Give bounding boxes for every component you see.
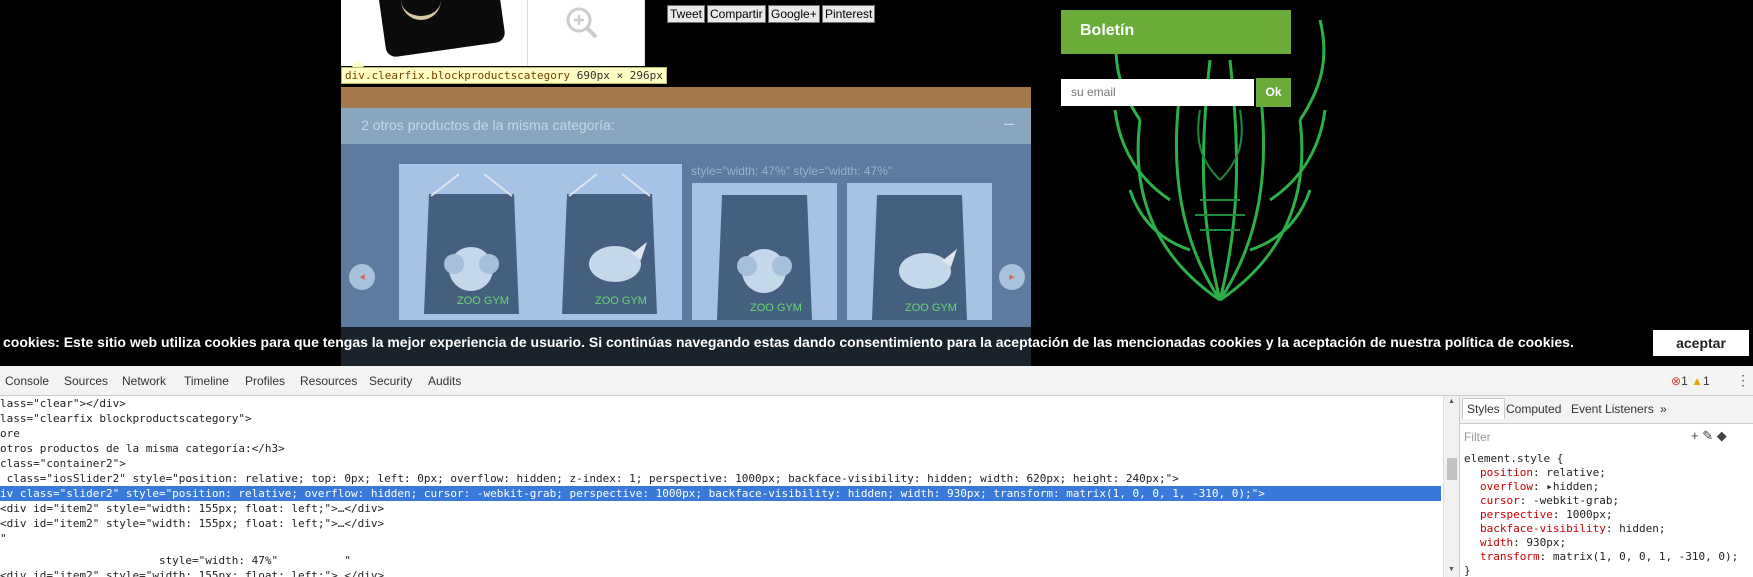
style-property[interactable]: perspective: 1000px; (1480, 508, 1612, 522)
product-thumbnail[interactable]: ZOO GYM (399, 164, 544, 320)
slider-next-button[interactable]: ▸ (999, 264, 1025, 290)
style-property-name: overflow (1480, 480, 1533, 493)
tab-event-listeners[interactable]: Event Listeners (1571, 402, 1654, 416)
dom-node-line[interactable]: lass="clear"></div> (0, 396, 126, 411)
dom-node-line[interactable]: style="width: 47%" " (0, 553, 351, 568)
tweet-button[interactable]: Tweet (667, 5, 706, 23)
tab-timeline[interactable]: Timeline (184, 374, 229, 388)
google-plus-button[interactable]: Google+ (768, 5, 820, 23)
dom-node-line-selected[interactable]: iv class="slider2" style="position: rela… (0, 486, 1441, 501)
tab-console[interactable]: Console (5, 374, 49, 388)
warning-count: 1 (1702, 374, 1710, 388)
dom-node-line[interactable]: <div id="item2" style="width: 155px; flo… (0, 501, 384, 516)
tooltip-size: 690px × 296px (576, 69, 663, 82)
product-thumbnail[interactable]: ZOO GYM (692, 183, 837, 320)
svg-text:ZOO GYM: ZOO GYM (750, 302, 802, 314)
error-warning-counter[interactable]: ⊗1 ▲1 (1671, 374, 1710, 388)
dom-node-line[interactable]: class="container2"> (0, 456, 126, 471)
style-property-value: : matrix(1, 0, 0, 1, -310, 0); (1539, 550, 1739, 563)
style-property-value: : 1000px; (1552, 508, 1613, 521)
error-icon: ⊗ (1671, 374, 1682, 388)
pinterest-button[interactable]: Pinterest (822, 5, 876, 23)
newsletter-email-input[interactable] (1061, 79, 1254, 106)
share-button[interactable]: Compartir (707, 5, 766, 23)
tab-audits[interactable]: Audits (428, 374, 461, 388)
tabs-overflow-icon[interactable]: » (1660, 402, 1667, 416)
cookie-message: cookies: Este sitio web utiliza cookies … (3, 334, 1574, 350)
warning-icon: ▲ (1691, 374, 1703, 388)
tab-resources[interactable]: Resources (300, 374, 357, 388)
bag-image (376, 0, 506, 58)
dom-node-line[interactable]: <div id="item2" style="width: 155px; flo… (0, 568, 384, 577)
style-property[interactable]: cursor: -webkit-grab; (1480, 494, 1619, 508)
inspector-margin-highlight (341, 87, 1031, 108)
style-property[interactable]: backface-visibility: hidden; (1480, 522, 1665, 536)
tab-computed[interactable]: Computed (1506, 402, 1561, 416)
tab-network[interactable]: Network (122, 374, 166, 388)
styles-tabbar: Styles Computed Event Listeners » (1460, 396, 1753, 424)
elements-panel: lass="clear"></div> lass="clearfix block… (0, 396, 1443, 577)
style-close-brace: } (1464, 564, 1471, 577)
style-property[interactable]: overflow: ▸hidden; (1480, 480, 1599, 494)
elements-scrollbar[interactable]: ▲ ▼ (1443, 396, 1459, 577)
product-main-image[interactable] (341, 0, 527, 66)
inspector-tooltip: div.clearfix.blockproductscategory 690px… (341, 67, 667, 84)
style-property-value: : ▸hidden; (1532, 480, 1600, 493)
style-property-value: : -webkit-grab; (1519, 494, 1620, 507)
styles-toolbar-icons[interactable]: + ✎ ◆ (1691, 428, 1727, 444)
newsletter-title: Boletín (1080, 22, 1135, 39)
style-property-value: : hidden; (1605, 522, 1666, 535)
dom-node-line[interactable]: lass="clearfix blockproductscategory"> (0, 411, 252, 426)
scroll-up-icon[interactable]: ▲ (1448, 398, 1455, 405)
product-thumbnail[interactable]: ZOO GYM (847, 183, 992, 320)
style-property-name: position (1480, 466, 1533, 479)
web-page: Tweet Compartir Google+ Pinterest Boletí… (0, 0, 1753, 366)
scroll-down-icon[interactable]: ▼ (1448, 566, 1455, 573)
dom-node-line[interactable]: " (0, 531, 7, 546)
more-options-icon[interactable]: ⋮ (1736, 372, 1750, 389)
svg-text:ZOO GYM: ZOO GYM (595, 295, 647, 307)
style-selector: element.style { (1464, 452, 1564, 465)
styles-panel: Styles Computed Event Listeners » Filter… (1459, 396, 1753, 577)
product-thumbnail[interactable]: ZOO GYM (537, 164, 682, 320)
tooltip-selector: div.clearfix.blockproductscategory (345, 69, 571, 82)
tab-styles[interactable]: Styles (1462, 398, 1505, 419)
error-count: 1 (1681, 374, 1688, 388)
slider-prev-button[interactable]: ◂ (349, 264, 375, 290)
style-property-value: : 930px; (1513, 536, 1567, 549)
style-property[interactable]: width: 930px; (1480, 536, 1566, 550)
tab-sources[interactable]: Sources (64, 374, 108, 388)
styles-filter-input[interactable]: Filter (1464, 430, 1491, 444)
style-property[interactable]: transform: matrix(1, 0, 0, 1, -310, 0); (1480, 550, 1738, 564)
category-title: 2 otros productos de la misma categoría: (361, 117, 615, 133)
svg-text:ZOO GYM: ZOO GYM (905, 302, 957, 314)
devtools-tabbar: Console Sources Network Timeline Profile… (0, 366, 1753, 396)
cookie-accept-button[interactable]: aceptar (1653, 330, 1749, 356)
scroll-thumb[interactable] (1447, 458, 1457, 480)
style-property-value: : relative; (1532, 466, 1606, 479)
tab-profiles[interactable]: Profiles (245, 374, 285, 388)
style-property-name: backface-visibility (1480, 522, 1606, 535)
style-property-name: perspective (1480, 508, 1553, 521)
dom-node-line[interactable]: <div id="item2" style="width: 155px; flo… (0, 516, 384, 531)
stray-style-text: style="width: 47%" style="width: 47%" (691, 164, 893, 178)
dom-node-line[interactable]: ore (0, 426, 20, 441)
style-property-name: width (1480, 536, 1514, 549)
style-property-name: transform (1480, 550, 1540, 563)
style-property[interactable]: position: relative; (1480, 466, 1606, 480)
dom-node-line[interactable]: class="iosSlider2" style="position: rela… (0, 471, 1179, 486)
zoom-icon[interactable] (562, 4, 602, 44)
inspector-tooltip-arrow (352, 60, 364, 67)
tab-security[interactable]: Security (369, 374, 412, 388)
newsletter-submit-button[interactable]: Ok (1256, 78, 1291, 107)
style-property-name: cursor (1480, 494, 1520, 507)
dom-node-line[interactable]: otros productos de la misma categoría:</… (0, 441, 285, 456)
collapse-toggle[interactable]: – (1004, 113, 1014, 134)
svg-text:ZOO GYM: ZOO GYM (457, 295, 509, 307)
